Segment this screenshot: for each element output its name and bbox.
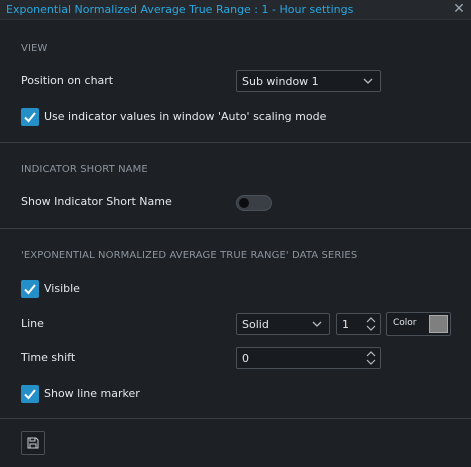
short-name-section-title: INDICATOR SHORT NAME [21,164,148,175]
section-divider [0,142,471,143]
show-short-name-label: Show Indicator Short Name [21,195,172,208]
stepper-arrows-icon[interactable] [364,315,378,333]
time-shift-stepper[interactable]: 0 [236,347,381,369]
line-style-value: Solid [242,318,269,331]
visible-label: Visible [44,282,80,295]
close-icon[interactable]: ✕ [451,1,467,17]
line-width-value: 1 [342,318,349,331]
toggle-knob [239,198,249,208]
chevron-down-icon [312,321,322,327]
chevron-down-icon [363,78,373,84]
line-label: Line [21,317,44,330]
auto-scaling-checkbox[interactable] [21,108,39,126]
dialog-title: Exponential Normalized Average True Rang… [6,3,354,16]
line-color-picker[interactable]: Color [386,312,451,336]
view-section-title: VIEW [21,43,48,54]
show-line-marker-checkbox[interactable] [21,385,39,403]
stepper-arrows-icon[interactable] [364,349,378,367]
line-style-select[interactable]: Solid [236,313,330,335]
check-icon [24,389,36,400]
line-width-stepper[interactable]: 1 [336,313,381,335]
check-icon [24,284,36,295]
color-label: Color [393,318,417,328]
position-on-chart-select[interactable]: Sub window 1 [236,70,381,92]
show-line-marker-label: Show line marker [44,387,140,400]
check-icon [24,112,36,123]
section-divider [0,418,471,419]
auto-scaling-label: Use indicator values in window 'Auto' sc… [44,110,327,123]
visible-checkbox[interactable] [21,280,39,298]
position-on-chart-value: Sub window 1 [242,75,319,88]
section-divider [0,228,471,229]
show-short-name-toggle[interactable] [236,195,272,211]
save-button[interactable] [21,431,45,455]
color-swatch [429,315,448,333]
dialog-titlebar: Exponential Normalized Average True Rang… [0,0,471,20]
time-shift-value: 0 [242,352,249,365]
save-icon [27,437,39,449]
data-series-section-title: 'EXPONENTIAL NORMALIZED AVERAGE TRUE RAN… [21,250,358,261]
position-on-chart-label: Position on chart [21,74,114,87]
time-shift-label: Time shift [21,351,76,364]
